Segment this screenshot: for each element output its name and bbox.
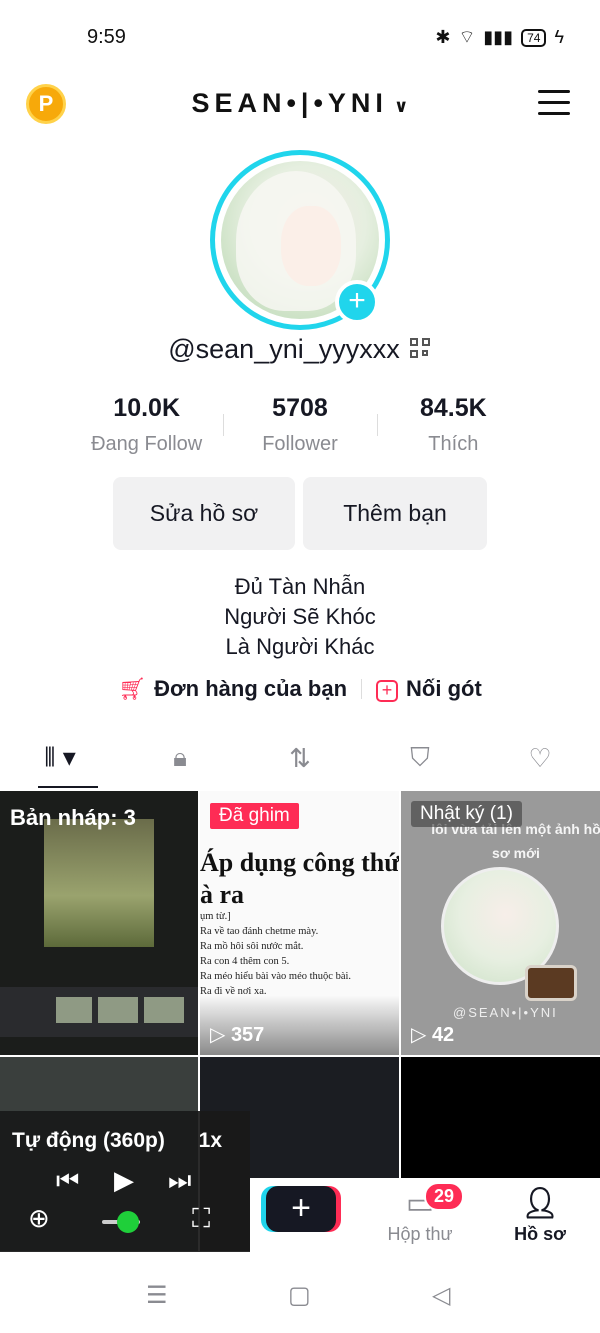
bio-line: Là Người Khác [225,634,375,659]
nav-profile-label: Hồ sơ [514,1224,566,1244]
tab-reposts[interactable]: ⇅ [240,728,360,788]
view-count-value: 357 [230,1024,265,1046]
camera-sticker-icon [525,965,577,1001]
home-icon[interactable]: ▢ [288,1281,311,1310]
bio-line: Đủ Tàn Nhẫn [234,574,366,599]
stat-likes[interactable]: 84.5K Thích [376,394,530,456]
status-bar: 9:59 ✱ ⌔ ▮▮▮ 74 ϟ [0,0,600,72]
add-story-plus-icon[interactable]: + [335,280,379,324]
play-icon: ▷ [411,1024,432,1046]
divider [361,679,363,699]
pinned-text-line: Ra về tao đánh chetme mày. [200,926,319,937]
create-button[interactable]: + [266,1186,336,1232]
bio-line: Người Sẽ Khóc [224,604,376,629]
quality-label[interactable]: Tự động (360p) [12,1129,165,1153]
stat-followers[interactable]: 5708 Follower [223,394,376,456]
nav-inbox-label: Hộp thư [387,1224,453,1244]
draft-label: Bản nháp: 3 [10,805,136,830]
stat-following[interactable]: 10.0K Đang Follow [70,394,223,456]
back-icon[interactable]: ◁ [432,1281,450,1310]
content-tabs: ⦀ ▾ 🔒︎ ⇅ ⛉ ♡ [0,728,600,788]
inbox-badge: 29 [424,1182,465,1211]
profile-links: 🛒︎ Đơn hàng của bạn + Nối gót [0,676,600,702]
cart-icon: 🛒︎ [118,676,147,701]
stat-value: 5708 [272,394,328,422]
bookmark-hidden-icon: ⛉ [410,742,430,772]
signal-icon: ▮▮▮ [483,27,514,47]
floating-video-player[interactable]: Tự động (360p) 1x ⏮︎ ▶︎ ⏭︎ ⊕ ⛶ [0,1111,250,1252]
account-switcher[interactable]: SEAN•|•YNI ∨ [0,88,600,119]
speed-label[interactable]: 1x [199,1129,222,1153]
profile-bio: Đủ Tàn Nhẫn Người Sẽ Khóc Là Người Khác [0,572,600,662]
tab-liked[interactable]: ♡ [480,728,600,788]
view-count-value: 42 [431,1024,455,1046]
pinned-text-line: Ra con 4 thêm con 5. [200,956,290,967]
system-navigation-bar: ☰ ▢ ◁ [0,1253,600,1333]
edit-profile-button[interactable]: Sửa hồ sơ [113,477,295,550]
stat-value: 84.5K [419,394,487,422]
stat-label: Follower [262,433,338,455]
pinned-title-line: à ra [200,880,245,909]
bluetooth-icon: ✱ [435,27,451,47]
bottom-navigation: + ▭ 29 Hộp thư 👤︎ Hồ sơ [250,1178,600,1253]
view-count: ▷ 42 [411,1022,454,1047]
draft-thumbnail [44,819,154,947]
charging-icon: ϟ [554,27,564,47]
profile-handle: @sean_yni_yyyxxx [168,334,400,364]
previous-icon[interactable]: ⏮︎ [56,1165,79,1197]
profile-icon: 👤︎ [520,1187,560,1220]
orders-label: Đơn hàng của bạn [154,676,348,701]
nav-profile[interactable]: 👤︎ Hồ sơ [500,1184,580,1245]
hamburger-menu-icon[interactable] [538,90,570,116]
pinned-video-tile[interactable]: Đã ghim Áp dụng công thức à ra ụm từ.] R… [200,791,399,1055]
battery-icon: 74 [521,28,547,47]
diary-video-tile[interactable]: Nhật ký (1) lôi vừa tải lên một ảnh hồ s… [401,791,600,1055]
status-time: 9:59 [87,26,126,48]
pinned-text-line: Ra méo hiểu bài vào méo thuộc bài. [200,971,352,982]
chevron-down-icon: ∨ [393,96,409,116]
view-count: ▷ 357 [210,1022,264,1047]
stat-label: Thích [428,433,479,455]
noi-got-label: Nối gót [406,676,482,701]
nav-inbox[interactable]: ▭ 29 Hộp thư [380,1182,465,1245]
orders-link[interactable]: 🛒︎ Đơn hàng của bạn [118,676,347,702]
stat-label: Đang Follow [91,433,203,455]
pinned-title-line: Áp dụng công thức [200,848,399,877]
wifi-icon: ⌔ [458,27,476,47]
noi-got-link[interactable]: + Nối gót [376,676,482,702]
stat-value: 10.0K [113,394,181,422]
draft-video-tile[interactable]: Bản nháp: 3 [0,791,198,1055]
next-icon[interactable]: ⏭︎ [168,1165,191,1197]
diary-tag: Nhật ký (1) [411,801,522,827]
profile-top-bar: P SEAN•|•YNI ∨ [0,72,600,136]
tab-saved[interactable]: ⛉ [360,728,480,788]
draft-timeline [0,987,198,1037]
pinned-text-line: Ra mồ hôi sôi nước mắt. [200,941,304,952]
tab-videos[interactable]: ⦀ ▾ [0,728,120,788]
play-icon[interactable]: ▶︎ [114,1165,134,1196]
repost-icon: ⇅ [289,742,311,773]
plus-box-icon: + [376,680,399,702]
fullscreen-icon[interactable]: ⛶ [192,1203,210,1235]
tab-private[interactable]: 🔒︎ [120,728,240,788]
active-tab-indicator [38,786,98,788]
account-title: SEAN•|•YNI [191,88,388,118]
pinned-thumbnail-text: ụm từ.] Ra về tao đánh chetme mày. Ra mồ… [200,909,351,999]
status-icons: ✱ ⌔ ▮▮▮ 74 ϟ [435,26,564,49]
heart-hidden-icon: ♡ [528,742,552,773]
profile-stats: 10.0K Đang Follow 5708 Follower 84.5K Th… [70,394,530,456]
add-friend-button[interactable]: Thêm bạn [303,477,487,550]
pinned-text-line: ụm từ.] [200,911,231,922]
pinned-tag: Đã ghim [210,803,299,829]
diary-watermark: @SEAN•|•YNI [453,1005,558,1020]
recent-apps-icon[interactable]: ☰ [146,1281,168,1310]
pinned-thumbnail-title: Áp dụng công thức à ra [200,847,399,911]
zoom-in-icon[interactable]: ⊕ [28,1203,50,1234]
play-icon: ▷ [210,1024,231,1046]
lock-icon: 🔒︎ [173,742,187,772]
volume-slider-knob[interactable] [117,1211,139,1233]
grid-icon: ⦀ ▾ [44,742,76,772]
profile-handle-row: @sean_yni_yyyxxx [0,334,600,365]
qr-code-icon[interactable] [409,338,432,360]
